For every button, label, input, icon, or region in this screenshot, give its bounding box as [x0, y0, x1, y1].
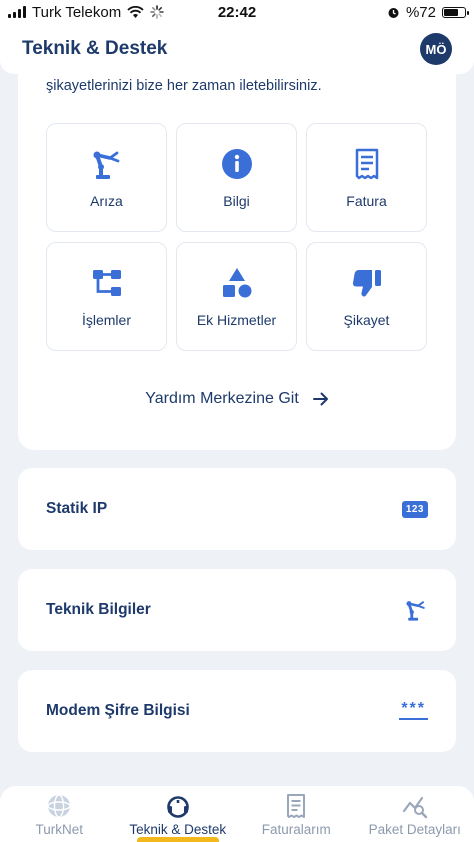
tile-ek-hizmetler[interactable]: Ek Hizmetler [176, 242, 297, 351]
tile-islemler[interactable]: İşlemler [46, 242, 167, 351]
active-tab-indicator [136, 837, 219, 842]
tile-bilgi[interactable]: Bilgi [176, 123, 297, 232]
tab-label: Faturalarım [261, 822, 331, 837]
row-static-ip[interactable]: Statik IP 123 [18, 468, 456, 550]
invoice-icon [355, 148, 378, 179]
status-bar: Turk Telekom 22:42 %72 [0, 0, 474, 24]
tile-label: Ek Hizmetler [196, 311, 277, 328]
carrier-name: Turk Telekom [32, 3, 122, 21]
loading-spinner-icon [150, 5, 164, 19]
tab-paket-detaylari[interactable]: Paket Detayları [356, 786, 474, 842]
tab-teknik-destek[interactable]: Teknik & Destek [119, 786, 238, 842]
tile-label: Bilgi [223, 192, 250, 209]
tile-label: İşlemler [81, 311, 131, 328]
wifi-icon [127, 5, 144, 18]
alarm-icon [388, 7, 399, 18]
tile-ariza[interactable]: Arıza [46, 123, 167, 232]
bottom-tab-bar: TurkNet Teknik & Destek Faturalarım Pake… [0, 786, 474, 842]
help-center-link[interactable]: Yardım Merkezine Git [18, 390, 456, 408]
robot-arm-icon [406, 601, 425, 621]
app-header: Teknik & Destek MÖ [0, 24, 474, 74]
arrow-right-icon [312, 392, 328, 406]
shapes-icon [222, 267, 251, 297]
chart-search-icon [402, 796, 427, 819]
tab-label: TurkNet [35, 822, 83, 837]
page-title: Teknik & Destek [22, 38, 168, 59]
row-label: Statik IP [46, 500, 108, 517]
row-label: Teknik Bilgiler [46, 601, 151, 618]
ip-badge-icon: 123 [401, 500, 428, 518]
tab-label: Teknik & Destek [129, 822, 227, 837]
thumbs-down-icon [352, 269, 381, 297]
tab-faturalarim[interactable]: Faturalarım [237, 786, 356, 842]
support-card: şikayetlerinizi bize her zaman iletebili… [18, 60, 456, 450]
signal-icon [8, 6, 26, 18]
info-icon [221, 148, 252, 179]
invoice-icon [287, 794, 306, 818]
headset-icon [166, 796, 189, 818]
password-icon: *** [399, 700, 428, 720]
tile-sikayet[interactable]: Şikayet [306, 242, 427, 351]
support-description: şikayetlerinizi bize her zaman iletebili… [46, 78, 322, 94]
help-center-label: Yardım Merkezine Git [145, 390, 299, 407]
tile-label: Arıza [90, 192, 123, 209]
battery-icon [442, 6, 469, 18]
avatar[interactable]: MÖ [420, 33, 452, 65]
tile-fatura[interactable]: Fatura [306, 123, 427, 232]
tile-label: Fatura [346, 192, 387, 209]
status-right: %72 [387, 3, 469, 21]
battery-percent: %72 [405, 3, 436, 21]
row-label: Modem Şifre Bilgisi [46, 702, 190, 719]
row-technical-info[interactable]: Teknik Bilgiler [18, 569, 456, 651]
tab-label: Paket Detayları [368, 822, 461, 837]
row-modem-password[interactable]: Modem Şifre Bilgisi *** [18, 670, 456, 752]
tile-label: Şikayet [343, 311, 390, 328]
robot-arm-icon [93, 151, 119, 179]
globe-icon [47, 794, 71, 818]
battery-fill [444, 8, 459, 16]
flow-icon [92, 269, 121, 296]
status-left: Turk Telekom [8, 4, 387, 21]
tab-turknet[interactable]: TurkNet [0, 786, 119, 842]
